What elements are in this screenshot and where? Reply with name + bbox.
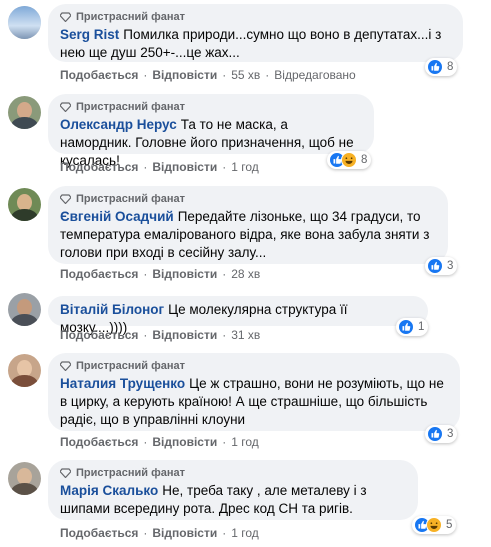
badge-label: Пристрасний фанат xyxy=(76,467,185,479)
reply-link[interactable]: Відповісти xyxy=(152,435,217,449)
avatar[interactable] xyxy=(8,462,41,495)
edited-label: Відредаговано xyxy=(274,68,356,82)
reactions-badge[interactable]: 1 xyxy=(396,318,429,336)
reaction-count: 3 xyxy=(447,260,454,272)
comment-author[interactable]: Віталій Білоног xyxy=(60,302,164,317)
avatar[interactable] xyxy=(8,293,41,326)
like-link[interactable]: Подобається xyxy=(60,435,138,449)
reaction-count: 8 xyxy=(447,61,454,73)
like-link[interactable]: Подобається xyxy=(60,68,138,82)
reactions-badge[interactable]: 3 xyxy=(425,425,458,443)
reactions-badge[interactable]: 8 xyxy=(425,58,458,76)
comment-bubble: Пристрасний фанат Serg Rist Помилка приро… xyxy=(48,4,463,62)
reactions-badge[interactable]: 3 xyxy=(425,257,458,275)
like-link[interactable]: Подобається xyxy=(60,526,138,540)
comment-author[interactable]: Олександр Нерус xyxy=(60,117,177,132)
badge-label: Пристрасний фанат xyxy=(76,193,185,205)
reply-link[interactable]: Відповісти xyxy=(152,267,217,281)
avatar[interactable] xyxy=(8,354,41,387)
avatar[interactable] xyxy=(8,6,41,39)
avatar[interactable] xyxy=(8,188,41,221)
comment-actions: Подобається · Відповісти · 1 год xyxy=(60,160,259,174)
comment-bubble: Пристрасний фанат Наталия Трущенко Це ж с… xyxy=(48,353,460,431)
like-link[interactable]: Подобається xyxy=(60,267,138,281)
comment-bubble: Віталій Білоног Це молекулярна структура … xyxy=(48,296,428,335)
diamond-icon xyxy=(60,194,71,204)
comment-author[interactable]: Наталия Трущенко xyxy=(60,376,185,391)
comment-actions: Подобається · Відповісти · 55 хв · Відредаг… xyxy=(60,68,356,82)
comment-bubble: Пристрасний фанат Олександр Нерус Та то н… xyxy=(48,94,374,168)
reaction-count: 8 xyxy=(361,154,368,166)
comment-actions: Подобається · Відповісти · 1 год xyxy=(60,526,259,540)
comment-time[interactable]: 31 хв xyxy=(231,328,260,342)
fan-badge: Пристрасний фанат xyxy=(60,466,406,480)
reactions-badge[interactable]: 5 xyxy=(412,516,457,534)
reply-link[interactable]: Відповісти xyxy=(152,526,217,540)
fan-badge: Пристрасний фанат xyxy=(60,100,362,114)
comment-bubble: Пристрасний фанат Євгеній Осадчий Передай… xyxy=(48,186,448,264)
diamond-icon xyxy=(60,468,71,478)
reactions-badge[interactable]: 8 xyxy=(327,151,372,169)
reply-link[interactable]: Відповісти xyxy=(152,160,217,174)
fan-badge: Пристрасний фанат xyxy=(60,10,451,24)
comment-time[interactable]: 1 год xyxy=(231,526,259,540)
comment-actions: Подобається · Відповісти · 31 хв xyxy=(60,328,261,342)
comment-time[interactable]: 1 год xyxy=(231,435,259,449)
badge-label: Пристрасний фанат xyxy=(76,360,185,372)
reply-link[interactable]: Відповісти xyxy=(152,328,217,342)
reply-link[interactable]: Відповісти xyxy=(152,68,217,82)
like-reaction-icon xyxy=(427,426,443,442)
haha-reaction-icon xyxy=(341,152,357,168)
haha-reaction-icon xyxy=(426,517,442,533)
fan-badge: Пристрасний фанат xyxy=(60,359,448,373)
comment-author[interactable]: Serg Rist xyxy=(60,27,119,42)
diamond-icon xyxy=(60,12,71,22)
like-link[interactable]: Подобається xyxy=(60,160,138,174)
comment-time[interactable]: 1 год xyxy=(231,160,259,174)
comment-bubble: Пристрасний фанат Марія Скалько Не, треба… xyxy=(48,460,418,520)
badge-label: Пристрасний фанат xyxy=(76,11,185,23)
badge-label: Пристрасний фанат xyxy=(76,101,185,113)
reaction-count: 1 xyxy=(418,321,425,333)
diamond-icon xyxy=(60,102,71,112)
like-link[interactable]: Подобається xyxy=(60,328,138,342)
like-reaction-icon xyxy=(398,319,414,335)
reaction-count: 3 xyxy=(447,428,454,440)
like-reaction-icon xyxy=(427,59,443,75)
comment-actions: Подобається · Відповісти · 1 год xyxy=(60,435,259,449)
comment-author[interactable]: Євгеній Осадчий xyxy=(60,209,174,224)
comment-author[interactable]: Марія Скалько xyxy=(60,483,158,498)
like-reaction-icon xyxy=(427,258,443,274)
fan-badge: Пристрасний фанат xyxy=(60,192,436,206)
comment-time[interactable]: 55 хв xyxy=(231,68,260,82)
reaction-count: 5 xyxy=(446,519,453,531)
comment-actions: Подобається · Відповісти · 28 хв xyxy=(60,267,261,281)
diamond-icon xyxy=(60,361,71,371)
comment-time[interactable]: 28 хв xyxy=(231,267,260,281)
avatar[interactable] xyxy=(8,96,41,129)
